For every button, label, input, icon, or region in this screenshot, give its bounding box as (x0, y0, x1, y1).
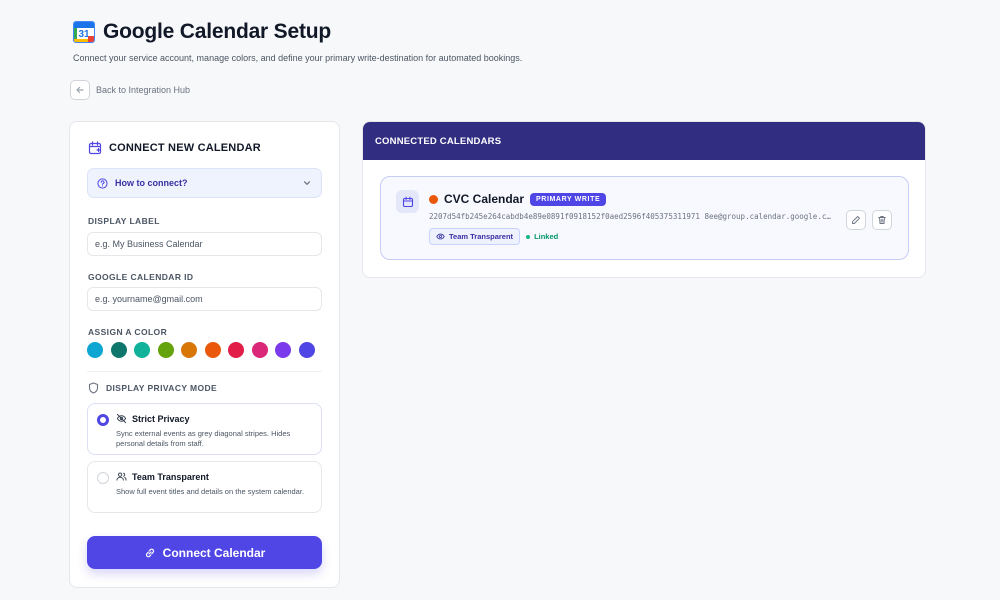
card-header: CONNECT NEW CALENDAR (88, 141, 261, 155)
strict-privacy-title: Strict Privacy (132, 413, 190, 424)
help-circle-icon (97, 177, 108, 189)
card-title: CONNECT NEW CALENDAR (109, 142, 261, 154)
users-icon (116, 472, 127, 481)
back-link[interactable]: Back to Integration Hub (70, 80, 190, 100)
color-swatch-10[interactable] (298, 342, 315, 358)
privacy-label: DISPLAY PRIVACY MODE (106, 383, 218, 393)
connect-calendar-button[interactable]: Connect Calendar (87, 536, 322, 569)
calendar-name: CVC Calendar (444, 192, 525, 206)
delete-calendar-button[interactable] (872, 210, 892, 230)
color-swatch-9[interactable] (275, 342, 291, 358)
link-icon (145, 548, 154, 557)
privacy-header: DISPLAY PRIVACY MODE (88, 382, 217, 394)
shield-icon (88, 382, 99, 394)
calendar-item: CVC Calendar PRIMARY WRITE 2207d54fb245e… (380, 176, 909, 260)
strict-privacy-description: Sync external events as grey diagonal st… (116, 429, 291, 448)
back-link-label[interactable]: Back to Integration Hub (96, 85, 190, 95)
trash-icon (878, 216, 886, 224)
divider (87, 371, 322, 372)
color-swatch-2[interactable] (110, 342, 127, 358)
calendar-tags: Team Transparent Linked (429, 228, 558, 245)
radio-strict-privacy[interactable] (97, 414, 109, 426)
calendar-id-input[interactable] (87, 287, 322, 311)
linked-status: Linked (526, 232, 558, 241)
eye-icon (436, 233, 445, 240)
connected-calendars-title: CONNECTED CALENDARS (375, 135, 502, 147)
calendar-plus-icon (88, 141, 102, 155)
edit-calendar-button[interactable] (846, 210, 866, 230)
privacy-mode-label: Team Transparent (449, 232, 514, 241)
privacy-option-transparent[interactable]: Team Transparent Show full event titles … (87, 461, 322, 513)
color-swatches (87, 342, 315, 358)
status-dot (526, 234, 531, 239)
chevron-down-icon (303, 181, 311, 185)
display-label-input[interactable] (87, 232, 322, 256)
connected-calendars-card: CONNECTED CALENDARS CVC Calendar PRIMARY… (362, 121, 926, 278)
radio-team-transparent[interactable] (97, 472, 109, 484)
calendar-name-row: CVC Calendar PRIMARY WRITE (429, 192, 607, 206)
color-swatch-5[interactable] (181, 342, 197, 358)
privacy-option-strict[interactable]: Strict Privacy Sync external events as g… (87, 403, 322, 455)
how-to-connect-toggle[interactable]: How to connect? (87, 168, 322, 198)
privacy-mode-tag: Team Transparent (429, 228, 521, 245)
how-to-connect-label[interactable]: How to connect? (115, 178, 295, 188)
color-swatch-4[interactable] (157, 342, 174, 358)
team-transparent-title: Team Transparent (132, 471, 209, 482)
calendar-id-label: GOOGLE CALENDAR ID (88, 272, 194, 282)
color-swatch-6[interactable] (204, 342, 221, 358)
back-button[interactable] (70, 80, 90, 100)
google-calendar-logo-icon: 31 (73, 21, 95, 43)
color-swatch-7[interactable] (228, 342, 244, 358)
connect-calendar-label[interactable]: Connect Calendar (163, 546, 266, 560)
color-swatch-3[interactable] (134, 342, 150, 358)
page-header: 31 Google Calendar Setup Connect your se… (73, 20, 522, 63)
calendar-icon (396, 190, 419, 213)
display-label-label: DISPLAY LABEL (88, 216, 160, 226)
arrow-left-icon (76, 86, 84, 94)
color-swatch-8[interactable] (251, 342, 268, 358)
linked-status-label: Linked (534, 232, 559, 241)
pencil-icon (852, 216, 860, 224)
page-subtitle: Connect your service account, manage col… (73, 53, 523, 63)
connected-calendars-header: CONNECTED CALENDARS (363, 122, 925, 160)
connect-calendar-card: CONNECT NEW CALENDAR How to connect? DIS… (69, 121, 340, 588)
color-swatch-1[interactable] (87, 342, 103, 358)
eye-off-icon (116, 413, 127, 424)
color-label: ASSIGN A COLOR (88, 327, 168, 337)
team-transparent-description: Show full event titles and details on th… (116, 487, 305, 496)
page-title: Google Calendar Setup (103, 20, 331, 43)
calendar-id: 2207d54fb245e264cabdb4e89e0891f0918152f0… (429, 212, 831, 221)
title-row: 31 Google Calendar Setup (73, 20, 522, 44)
calendar-color-dot (429, 194, 438, 204)
primary-write-badge: PRIMARY WRITE (530, 192, 607, 206)
